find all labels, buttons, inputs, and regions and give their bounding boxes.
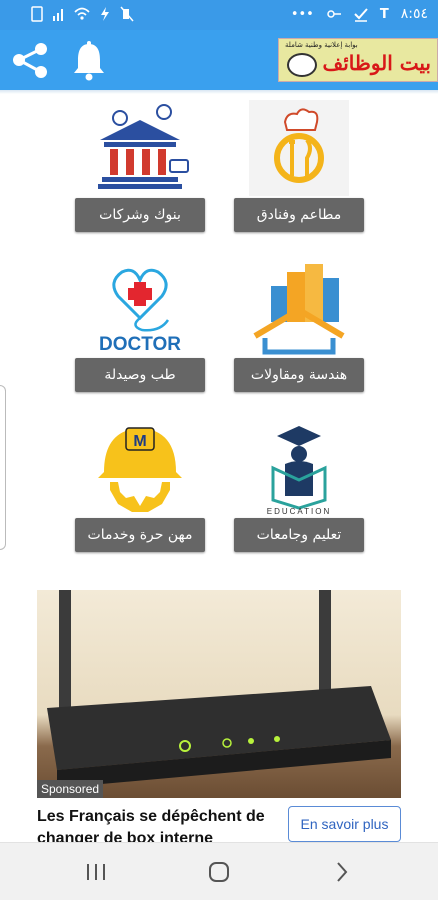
signal-icon [53, 9, 63, 21]
status-bar: ••• T ٨:٥٤ [0, 0, 438, 30]
more-dots-icon: ••• [290, 6, 314, 22]
bank-icon [98, 104, 189, 189]
edge-panel-handle[interactable] [0, 385, 6, 550]
bell-icon [74, 41, 104, 81]
app-bar: بوابة إعلانية وطنية شاملة بيت الوظائف [0, 30, 438, 90]
battery-saver-icon [101, 7, 109, 21]
brand-emblem-icon [287, 53, 317, 77]
ad-image[interactable]: Sponsored [37, 590, 401, 798]
router-photo [47, 590, 391, 788]
brand-tagline: بوابة إعلانية وطنية شاملة [285, 41, 358, 49]
ad-learn-more-button[interactable]: En savoir plus [288, 806, 401, 842]
wifi-icon [74, 7, 90, 20]
sim-icon [31, 6, 43, 22]
home-icon [209, 862, 229, 882]
home-button[interactable] [199, 857, 239, 887]
category-label: تعليم وجامعات [234, 518, 364, 552]
graduate-book-icon: EDUCATION [267, 426, 332, 516]
sponsored-label: Sponsored [37, 780, 104, 798]
key-icon [327, 10, 341, 18]
doctor-logo-text: DOCTOR [99, 334, 181, 355]
system-nav-bar [0, 842, 438, 900]
recents-icon [87, 864, 105, 880]
share-button[interactable] [8, 38, 54, 84]
category-label: مطاعم وفنادق [234, 198, 364, 232]
brand-logo: بوابة إعلانية وطنية شاملة بيت الوظائف [278, 38, 438, 82]
status-left-icons [30, 6, 134, 22]
category-education-universities[interactable]: EDUCATION تعليم وجامعات [234, 420, 364, 552]
app-bar-shadow [0, 90, 438, 94]
category-freelance-services[interactable]: M مهن حرة وخدمات [75, 420, 205, 552]
doctor-heart-icon: DOCTOR [99, 268, 181, 355]
share-icon [13, 43, 47, 78]
t-icon: T [379, 6, 389, 22]
recents-button[interactable] [76, 857, 116, 887]
category-label: بنوك وشركات [75, 198, 205, 232]
notifications-button[interactable] [66, 38, 112, 84]
chef-plate-icon [249, 100, 349, 196]
category-medicine-pharmacy[interactable]: DOCTOR طب وصيدلة [75, 260, 205, 392]
check-icon [354, 8, 368, 22]
category-label: هندسة ومقاولات [234, 358, 364, 392]
status-time: ٨:٥٤ [400, 6, 428, 22]
category-label: طب وصيدلة [75, 358, 205, 392]
back-button[interactable] [322, 857, 362, 887]
education-logo-text: EDUCATION [267, 507, 332, 516]
helmet-gear-icon: M [98, 427, 182, 512]
category-label: مهن حرة وخدمات [75, 518, 205, 552]
back-icon [337, 862, 348, 882]
mute-icon [120, 6, 134, 22]
status-right-icons: ••• T ٨:٥٤ [291, 6, 428, 22]
category-banks-companies[interactable]: بنوك وشركات [75, 100, 205, 232]
buildings-icon [253, 264, 345, 355]
brand-name: بيت الوظائف [322, 51, 431, 75]
category-restaurants-hotels[interactable]: مطاعم وفنادق [234, 100, 364, 232]
category-engineering-contracting[interactable]: هندسة ومقاولات [234, 260, 364, 392]
helmet-letter: M [133, 433, 146, 450]
